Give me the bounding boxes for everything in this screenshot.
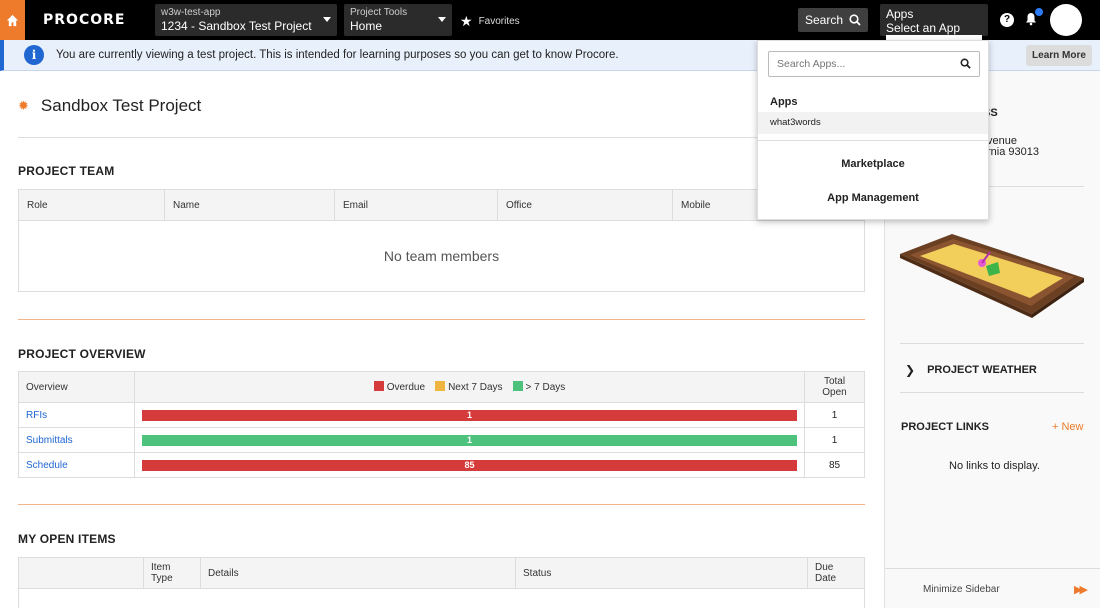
- column-header[interactable]: Due Date: [807, 557, 865, 589]
- chevron-right-icon: ❯: [905, 363, 916, 377]
- project-overview-table: Overview Overdue Next 7 Days > 7 Days To…: [18, 371, 865, 478]
- legend-item-overdue: Overdue: [373, 381, 425, 393]
- star-icon: ★: [460, 13, 473, 29]
- submittals-link[interactable]: Submittals: [26, 435, 73, 446]
- schedule-link[interactable]: Schedule: [26, 460, 68, 471]
- project-weather-toggle[interactable]: ❯ PROJECT WEATHER: [905, 363, 1037, 377]
- favorites-label: Favorites: [478, 16, 520, 27]
- divider: [900, 343, 1084, 344]
- project-weather-heading: PROJECT WEATHER: [927, 364, 1037, 376]
- gear-icon[interactable]: ✹: [18, 98, 29, 114]
- favorites-button[interactable]: ★ Favorites: [460, 13, 520, 30]
- app-item-what3words[interactable]: what3words: [758, 112, 988, 134]
- table-row: RFIs 1 1: [18, 402, 865, 428]
- project-selector[interactable]: w3w-test-app 1234 - Sandbox Test Project: [155, 4, 337, 36]
- column-header[interactable]: Status: [515, 557, 808, 589]
- total-open-value: 85: [804, 452, 865, 478]
- search-label: Search: [804, 13, 844, 27]
- column-header[interactable]: Name: [164, 189, 335, 221]
- rfis-link[interactable]: RFIs: [26, 410, 47, 421]
- divider: [18, 137, 865, 138]
- app-selector-label: Apps: [886, 7, 914, 21]
- new-link-button[interactable]: + New: [1052, 421, 1084, 433]
- banner-text: You are currently viewing a test project…: [56, 49, 619, 61]
- apps-section-label: Apps: [770, 96, 798, 108]
- tool-selector-label: Project Tools: [350, 7, 408, 18]
- avatar[interactable]: [1050, 4, 1082, 36]
- status-bar[interactable]: 1: [142, 409, 797, 421]
- tool-selector[interactable]: Project Tools Home: [344, 4, 452, 36]
- project-title-text: Sandbox Test Project: [40, 96, 202, 115]
- status-bar[interactable]: 85: [142, 459, 797, 471]
- legend-item-next-7-days: Next 7 Days: [435, 381, 503, 393]
- my-open-items-table: Item Type Details Status Due Date: [18, 557, 865, 608]
- table-row: Schedule 85 85: [18, 452, 865, 478]
- project-team-table: Role Name Email Office Mobile No team me…: [18, 189, 865, 292]
- help-icon[interactable]: ?: [1000, 13, 1014, 27]
- column-header: Overview: [18, 371, 135, 403]
- table-row: Submittals 1 1: [18, 427, 865, 453]
- column-header: Total Open: [804, 371, 865, 403]
- no-links-text: No links to display.: [949, 460, 1040, 472]
- project-team-heading: PROJECT TEAM: [18, 164, 115, 178]
- project-name: 1234 - Sandbox Test Project: [161, 19, 312, 33]
- total-open-value: 1: [804, 402, 865, 428]
- learn-more-button[interactable]: Learn More: [1026, 45, 1092, 66]
- apps-dropdown: Apps what3words Marketplace App Manageme…: [757, 40, 989, 220]
- column-header: [18, 557, 144, 589]
- divider: [885, 568, 1100, 569]
- sandbox-illustration: [900, 234, 1084, 318]
- legend: Overdue Next 7 Days > 7 Days: [134, 371, 805, 403]
- home-icon: [6, 14, 19, 26]
- search-apps-field[interactable]: [768, 51, 980, 77]
- my-open-items-heading: MY OPEN ITEMS: [18, 532, 116, 546]
- top-navigation: PROCORE w3w-test-app 1234 - Sandbox Test…: [0, 0, 1100, 40]
- column-header[interactable]: Role: [18, 189, 165, 221]
- column-header[interactable]: Item Type: [143, 557, 201, 589]
- project-overview-heading: PROJECT OVERVIEW: [18, 347, 146, 361]
- divider: [18, 319, 865, 320]
- tool-selector-value: Home: [350, 19, 383, 33]
- chevron-down-icon: [438, 17, 446, 22]
- search-icon[interactable]: [960, 58, 971, 69]
- divider: [900, 392, 1084, 393]
- total-open-value: 1: [804, 427, 865, 453]
- app-selector-value: Select an App: [886, 21, 961, 35]
- marketplace-link[interactable]: Marketplace: [758, 158, 988, 170]
- column-header[interactable]: Email: [334, 189, 498, 221]
- empty-state-text: No team members: [383, 248, 500, 264]
- search-button[interactable]: Search: [798, 8, 868, 32]
- chevron-down-icon: [323, 17, 331, 22]
- app-selector[interactable]: Apps Select an App: [880, 4, 988, 40]
- info-icon: i: [24, 45, 44, 65]
- app-management-link[interactable]: App Management: [758, 192, 988, 204]
- divider: [18, 504, 865, 505]
- column-header[interactable]: Details: [200, 557, 516, 589]
- company-name: w3w-test-app: [161, 7, 221, 18]
- search-icon: [849, 14, 861, 26]
- minimize-sidebar-button[interactable]: Minimize Sidebar: [923, 584, 1000, 595]
- notification-badge: [1035, 8, 1043, 16]
- legend-item-over-7-days: > 7 Days: [512, 381, 565, 393]
- search-apps-input[interactable]: [769, 52, 949, 76]
- project-links-heading: PROJECT LINKS: [901, 421, 990, 433]
- address-line-2: rnia 93013: [987, 146, 1039, 158]
- page-title: ✹ Sandbox Test Project: [18, 96, 201, 116]
- procore-logo[interactable]: PROCORE: [43, 12, 125, 28]
- column-header[interactable]: Office: [497, 189, 673, 221]
- double-chevron-right-icon[interactable]: ▶▶: [1074, 583, 1088, 596]
- home-button[interactable]: [0, 0, 25, 40]
- status-bar[interactable]: 1: [142, 434, 797, 446]
- divider: [758, 140, 988, 141]
